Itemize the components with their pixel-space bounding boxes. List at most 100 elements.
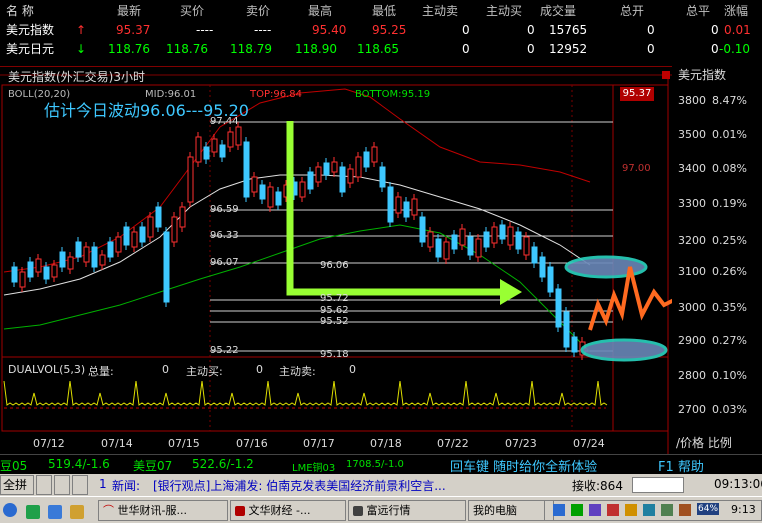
row-active-buy: 0 (527, 42, 535, 56)
candle (435, 238, 442, 258)
scale-right: 0.27% (712, 334, 747, 347)
ticker-value: 519.4/-1.6 (48, 457, 110, 471)
app-tray-icon[interactable] (607, 504, 619, 516)
start-button[interactable] (0, 500, 20, 521)
battery-percent: 64% (697, 503, 720, 515)
quicklaunch-explorer-icon[interactable] (68, 500, 90, 521)
row-close-total: 0 (711, 42, 719, 56)
system-tray: 64% 9:13 (544, 500, 762, 521)
candle (203, 146, 210, 160)
scale-left: 3400 (678, 162, 706, 175)
scale-right: 0.08% (712, 162, 747, 175)
total-volume-label: 总量: (88, 365, 114, 378)
taskbar-item-label: 世华财讯-服... (117, 504, 187, 517)
candle (419, 216, 426, 243)
taskbar-item[interactable]: 富远行情 (348, 500, 466, 521)
app-tray-icon[interactable] (643, 504, 655, 516)
chart-title: 美元指数(外汇交易)3小时 (8, 70, 145, 84)
candle (83, 246, 90, 263)
news-bar: 全拼 1 新闻: [银行观点]上海浦发: 伯南克发表美国经济前景利空言... 接… (0, 474, 762, 496)
price-mark: 96.07 (210, 257, 239, 268)
candle (403, 201, 410, 218)
scale-right: 0.25% (712, 234, 747, 247)
taskbar: ⌒ 世华财讯-服... 文华财经 -... 富远行情 我的电脑 64% 9:13 (0, 496, 762, 523)
mode-icon[interactable] (54, 475, 70, 495)
candle (451, 234, 458, 250)
ticker-label: LME铜03 (292, 463, 336, 474)
taskbar-item-label: 文华财经 -... (248, 504, 311, 517)
taskbar-item[interactable]: 文华财经 -... (230, 500, 346, 521)
candle (379, 166, 386, 188)
network-icon[interactable] (553, 504, 565, 516)
candle (563, 311, 570, 348)
scale-left: 2900 (678, 334, 706, 347)
price-lines (3, 88, 613, 353)
quote-row[interactable]: 美元日元 ↓ 118.76 118.76 118.79 118.90 118.6… (0, 40, 762, 58)
candle (139, 226, 146, 243)
col-active-sell: 主动卖 (422, 4, 459, 18)
soft-keyboard-icon[interactable] (72, 475, 88, 495)
candle (67, 256, 74, 270)
quote-row[interactable]: 美元指数 ↑ 95.37 ---- ---- 95.40 95.25 0 0 1… (0, 21, 762, 39)
row-high: 118.90 (295, 42, 337, 56)
row-latest: 95.37 (116, 23, 151, 37)
news-headline[interactable]: [银行观点]上海浦发: 伯南克发表美国经济前景利空言... (153, 477, 446, 494)
input-method-button[interactable]: 全拼 (0, 475, 34, 495)
help-link[interactable]: F1 帮助 (658, 456, 704, 475)
volume-icon[interactable] (571, 504, 583, 516)
arrow-head-icon (500, 279, 522, 305)
candle (483, 231, 490, 248)
close-icon[interactable] (662, 71, 670, 79)
scale-right: 0.35% (712, 301, 747, 314)
app-tray-icon[interactable] (661, 504, 673, 516)
mid-mark: 96.06 (320, 260, 349, 271)
candle (307, 171, 314, 190)
row-bid: 118.76 (166, 42, 208, 56)
right-scale-panel: 美元指数 3800 8.47% 3500 0.01% 3400 0.08% 33… (672, 66, 762, 454)
quicklaunch-ie-icon[interactable] (46, 500, 68, 521)
candle (11, 266, 18, 283)
x-date-label: 07/22 (437, 437, 469, 450)
candle (523, 236, 530, 256)
x-date-label: 07/14 (101, 437, 133, 450)
price-mark: 96.59 (210, 204, 239, 215)
scale-left: 3800 (678, 94, 706, 107)
keyboard-icon[interactable] (36, 475, 52, 495)
row-close-total: 0 (711, 23, 719, 37)
x-date-label: 07/16 (236, 437, 268, 450)
candle (355, 156, 362, 178)
col-latest: 最新 (117, 4, 142, 18)
row-volume: 15765 (549, 23, 588, 37)
col-change: 涨幅 (724, 4, 749, 18)
taskbar-item[interactable]: 我的电脑 (468, 500, 554, 521)
row-open-total: 0 (647, 23, 655, 37)
quote-header-row: 名 称 最新 买价 卖价 最高 最低 主动卖 主动买 成交量 总开 总平 涨幅 (0, 2, 762, 20)
row-volume: 12952 (549, 42, 588, 56)
candle (339, 166, 346, 193)
arrow-down-icon: ↓ (76, 42, 87, 56)
row-active-sell: 0 (462, 23, 470, 37)
active-buy-label: 主动买: (186, 365, 223, 378)
candle (75, 241, 82, 258)
row-high: 95.40 (312, 23, 347, 37)
app-tray-icon[interactable] (625, 504, 637, 516)
candle (147, 216, 154, 238)
app-tray-icon[interactable] (679, 504, 691, 516)
candle (195, 136, 202, 163)
candle (491, 226, 498, 244)
row-bid: ---- (196, 23, 214, 37)
quicklaunch-media-icon[interactable] (24, 500, 46, 521)
kline-chart-window[interactable]: 美元指数(外汇交易)3小时 BOLL(20,20) MID:96.01 TOP:… (0, 66, 678, 455)
right-panel-footer: /价格 比例 (676, 436, 732, 450)
taskbar-item[interactable]: ⌒ 世华财讯-服... (98, 500, 228, 521)
candle (347, 168, 354, 184)
ticker-value: 522.6/-1.2 (192, 457, 254, 471)
candle (371, 146, 378, 163)
mid-mark: 95.52 (320, 316, 349, 327)
candle (411, 198, 418, 216)
candle (387, 186, 394, 223)
row-name: 美元指数 (6, 23, 55, 37)
candle (179, 206, 186, 228)
mid-mark: 95.62 (320, 305, 349, 316)
app-tray-icon[interactable] (589, 504, 601, 516)
